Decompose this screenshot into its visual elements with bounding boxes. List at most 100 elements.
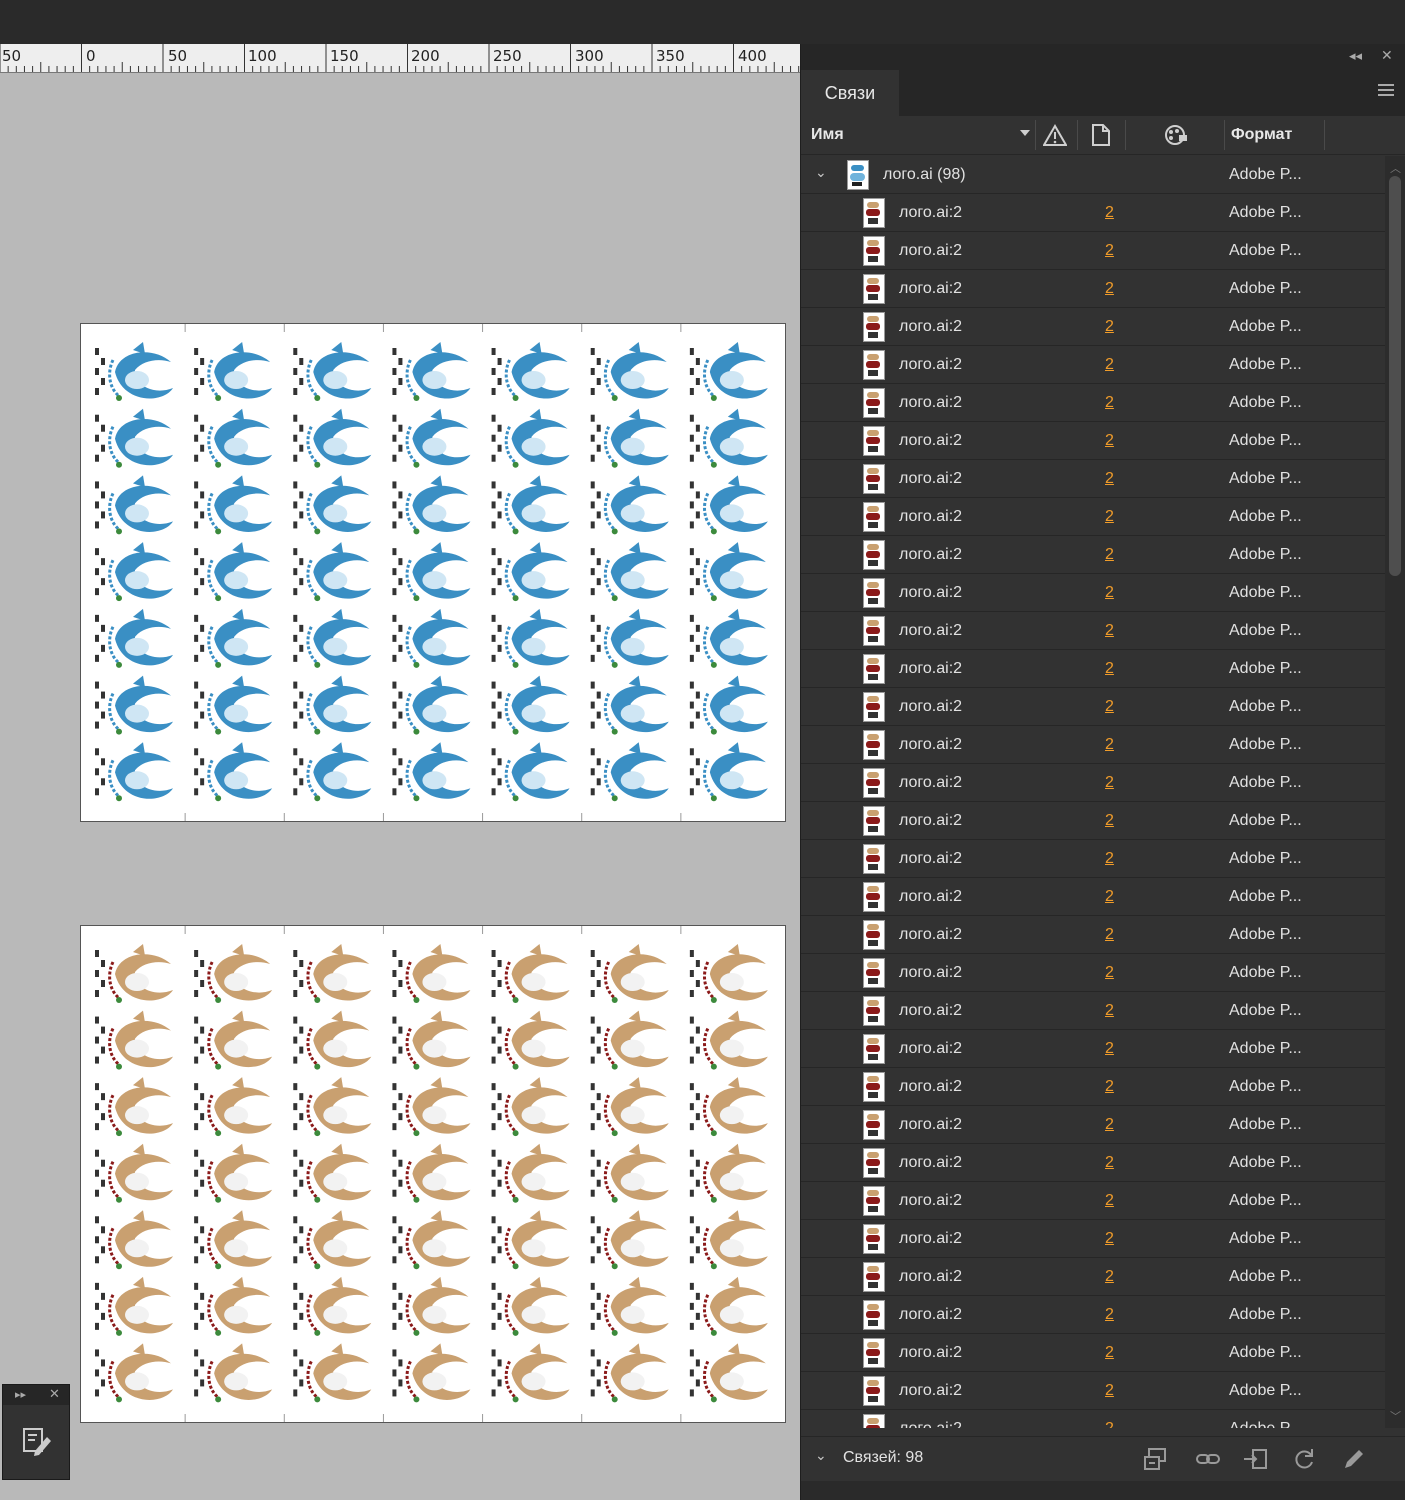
vertical-scrollbar[interactable]: ︿ ﹀ bbox=[1385, 156, 1405, 1428]
relink-icon[interactable] bbox=[1195, 1447, 1221, 1471]
list-item[interactable]: лого.ai:2 2 Adobe P... bbox=[801, 194, 1386, 232]
list-item[interactable]: лого.ai:2 2 Adobe P... bbox=[801, 650, 1386, 688]
page-sheet-gold[interactable] bbox=[80, 925, 786, 1423]
go-to-link-icon[interactable] bbox=[1243, 1447, 1269, 1471]
sort-dropdown-icon[interactable] bbox=[1019, 128, 1031, 138]
list-item[interactable]: лого.ai:2 2 Adobe P... bbox=[801, 688, 1386, 726]
list-item[interactable]: лого.ai:2 2 Adobe P... bbox=[801, 1334, 1386, 1372]
close-icon[interactable]: ✕ bbox=[49, 1387, 60, 1402]
page-link[interactable]: 2 bbox=[1105, 1154, 1114, 1172]
list-item[interactable]: лого.ai:2 2 Adobe P... bbox=[801, 1296, 1386, 1334]
scrollbar-thumb[interactable] bbox=[1389, 176, 1401, 576]
link-thumbnail bbox=[863, 616, 885, 646]
list-item[interactable]: лого.ai:2 2 Adobe P... bbox=[801, 1220, 1386, 1258]
list-item[interactable]: лого.ai:2 2 Adobe P... bbox=[801, 992, 1386, 1030]
scroll-up-icon[interactable]: ︿ bbox=[1390, 160, 1401, 176]
list-item[interactable]: лого.ai:2 2 Adobe P... bbox=[801, 232, 1386, 270]
list-item[interactable]: лого.ai:2 2 Adobe P... bbox=[801, 308, 1386, 346]
page-link[interactable]: 2 bbox=[1105, 1382, 1114, 1400]
page-link[interactable]: 2 bbox=[1105, 1192, 1114, 1210]
panel-menu-icon[interactable] bbox=[1378, 84, 1394, 98]
scroll-down-icon[interactable]: ﹀ bbox=[1390, 1408, 1401, 1424]
page-link[interactable]: 2 bbox=[1105, 888, 1114, 906]
page-link[interactable]: 2 bbox=[1105, 1306, 1114, 1324]
collapse-panel-icon[interactable]: ◂◂ bbox=[1349, 48, 1362, 64]
list-item[interactable]: лого.ai:2 2 Adobe P... bbox=[801, 574, 1386, 612]
page-link[interactable]: 2 bbox=[1105, 508, 1114, 526]
page-link[interactable]: 2 bbox=[1105, 356, 1114, 374]
page-link[interactable]: 2 bbox=[1105, 1040, 1114, 1058]
list-item[interactable]: лого.ai:2 2 Adobe P... bbox=[801, 460, 1386, 498]
links-list[interactable]: ⌄ лого.ai (98) Adobe P... лого.ai:2 2 Adob… bbox=[801, 156, 1386, 1428]
list-item[interactable]: лого.ai:2 2 Adobe P... bbox=[801, 840, 1386, 878]
page-link[interactable]: 2 bbox=[1105, 774, 1114, 792]
list-item[interactable]: лого.ai:2 2 Adobe P... bbox=[801, 764, 1386, 802]
page-link[interactable]: 2 bbox=[1105, 204, 1114, 222]
page-link[interactable]: 2 bbox=[1105, 926, 1114, 944]
list-item[interactable]: лого.ai:2 2 Adobe P... bbox=[801, 726, 1386, 764]
page-link[interactable]: 2 bbox=[1105, 546, 1114, 564]
list-item[interactable]: лого.ai:2 2 Adobe P... bbox=[801, 422, 1386, 460]
page-link[interactable]: 2 bbox=[1105, 622, 1114, 640]
chevron-down-icon[interactable]: ⌄ bbox=[815, 1447, 827, 1464]
page-link[interactable]: 2 bbox=[1105, 318, 1114, 336]
logo-tile bbox=[590, 944, 669, 1003]
page-link[interactable]: 2 bbox=[1105, 584, 1114, 602]
list-item[interactable]: лого.ai:2 2 Adobe P... bbox=[801, 1106, 1386, 1144]
list-item[interactable]: лого.ai:2 2 Adobe P... bbox=[801, 498, 1386, 536]
page-link[interactable]: 2 bbox=[1105, 1078, 1114, 1096]
horizontal-ruler[interactable]: 50 0 50 100 150 200 250 300 350 400 bbox=[0, 44, 800, 73]
list-item[interactable]: лого.ai:2 2 Adobe P... bbox=[801, 802, 1386, 840]
page-icon[interactable] bbox=[1091, 123, 1111, 147]
page-link[interactable]: 2 bbox=[1105, 242, 1114, 260]
page-link[interactable]: 2 bbox=[1105, 1268, 1114, 1286]
list-item[interactable]: лого.ai:2 2 Adobe P... bbox=[801, 1144, 1386, 1182]
update-link-icon[interactable] bbox=[1291, 1447, 1317, 1471]
list-item[interactable]: лого.ai:2 2 Adobe P... bbox=[801, 1410, 1386, 1428]
list-item[interactable]: лого.ai:2 2 Adobe P... bbox=[801, 1068, 1386, 1106]
page-link[interactable]: 2 bbox=[1105, 812, 1114, 830]
page-link[interactable]: 2 bbox=[1105, 850, 1114, 868]
list-item[interactable]: лого.ai:2 2 Adobe P... bbox=[801, 536, 1386, 574]
expand-panels-icon[interactable]: ▸▸ bbox=[15, 1388, 26, 1401]
list-item[interactable]: лого.ai:2 2 Adobe P... bbox=[801, 1372, 1386, 1410]
page-link[interactable]: 2 bbox=[1105, 1002, 1114, 1020]
list-item[interactable]: лого.ai:2 2 Adobe P... bbox=[801, 612, 1386, 650]
edit-original-icon[interactable] bbox=[1341, 1447, 1367, 1471]
page-link[interactable]: 2 bbox=[1105, 470, 1114, 488]
close-icon[interactable]: ✕ bbox=[1381, 47, 1393, 64]
relink-to-folder-icon[interactable] bbox=[1143, 1447, 1169, 1471]
page-link[interactable]: 2 bbox=[1105, 1230, 1114, 1248]
page-link[interactable]: 2 bbox=[1105, 432, 1114, 450]
column-name-header[interactable]: Имя bbox=[811, 126, 844, 144]
list-item[interactable]: лого.ai:2 2 Adobe P... bbox=[801, 954, 1386, 992]
list-item[interactable]: лого.ai:2 2 Adobe P... bbox=[801, 346, 1386, 384]
page-link[interactable]: 2 bbox=[1105, 394, 1114, 412]
page-link[interactable]: 2 bbox=[1105, 1116, 1114, 1134]
list-item[interactable]: лого.ai:2 2 Adobe P... bbox=[801, 270, 1386, 308]
list-item[interactable]: лого.ai:2 2 Adobe P... bbox=[801, 1258, 1386, 1296]
page-link[interactable]: 2 bbox=[1105, 660, 1114, 678]
color-space-icon[interactable] bbox=[1163, 124, 1189, 146]
page-link[interactable]: 2 bbox=[1105, 1344, 1114, 1362]
page-link[interactable]: 2 bbox=[1105, 1420, 1114, 1428]
column-format-header[interactable]: Формат bbox=[1231, 126, 1292, 144]
logo-tile bbox=[194, 1010, 273, 1070]
pasteboard[interactable] bbox=[0, 73, 800, 1500]
page-link[interactable]: 2 bbox=[1105, 280, 1114, 298]
list-item[interactable]: лого.ai:2 2 Adobe P... bbox=[801, 1182, 1386, 1220]
list-item[interactable]: лого.ai:2 2 Adobe P... bbox=[801, 384, 1386, 422]
collapsed-panel-dock[interactable]: ▸▸ ✕ bbox=[2, 1384, 70, 1480]
page-link[interactable]: 2 bbox=[1105, 698, 1114, 716]
list-item[interactable]: лого.ai:2 2 Adobe P... bbox=[801, 878, 1386, 916]
warning-status-icon[interactable] bbox=[1043, 124, 1067, 146]
edit-document-icon[interactable] bbox=[21, 1425, 53, 1457]
tab-links[interactable]: Связи bbox=[801, 70, 899, 116]
list-item[interactable]: лого.ai:2 2 Adobe P... bbox=[801, 916, 1386, 954]
page-sheet-blue[interactable] bbox=[80, 323, 786, 822]
list-item[interactable]: лого.ai:2 2 Adobe P... bbox=[801, 1030, 1386, 1068]
list-item-parent[interactable]: ⌄ лого.ai (98) Adobe P... bbox=[801, 156, 1386, 194]
page-link[interactable]: 2 bbox=[1105, 964, 1114, 982]
chevron-down-icon[interactable]: ⌄ bbox=[815, 164, 827, 181]
page-link[interactable]: 2 bbox=[1105, 736, 1114, 754]
